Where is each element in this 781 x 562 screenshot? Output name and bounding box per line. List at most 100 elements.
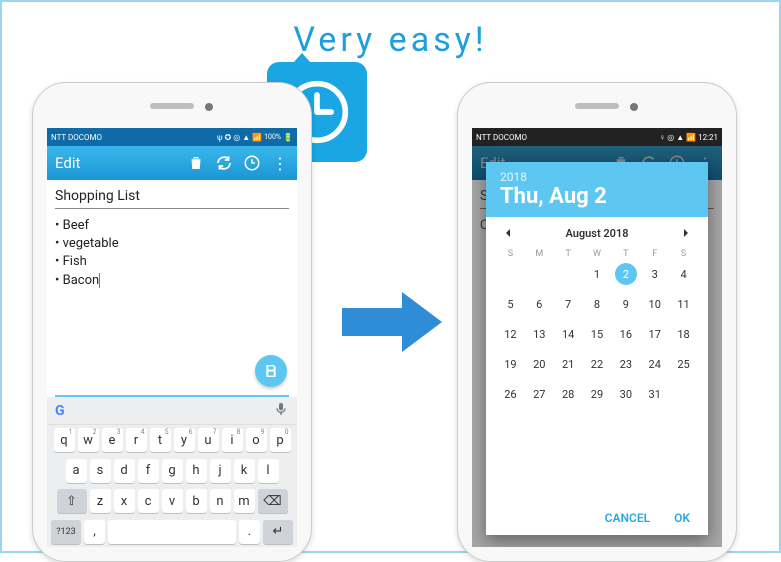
phone-left: NTT DOCOMO ψ ✪ ◎ ▲ 📶 100% 🔋 Edit [32,82,312,562]
space-key[interactable] [108,520,236,544]
calendar-day-15[interactable]: 15 [583,322,612,346]
note-title-input[interactable]: Shopping List [55,186,289,209]
calendar-row: 567891011 [486,289,708,319]
key-r[interactable]: r4 [126,428,147,452]
calendar-day-9[interactable]: 9 [611,292,640,316]
calendar-row: 1234 [486,259,708,289]
key-o[interactable]: o9 [246,428,267,452]
trash-icon[interactable] [187,154,205,172]
cancel-button[interactable]: CANCEL [605,511,650,525]
calendar-empty-cell [554,262,583,286]
period-key[interactable]: . [239,520,260,544]
calendar-day-11[interactable]: 11 [669,292,698,316]
calendar-day-6[interactable]: 6 [525,292,554,316]
calendar-day-7[interactable]: 7 [554,292,583,316]
calendar-empty-cell [669,382,698,406]
shift-key[interactable]: ⇧ [57,489,87,513]
ok-button[interactable]: OK [674,511,690,525]
key-n[interactable]: n [210,489,231,513]
date-picker-header: 2018 Thu, Aug 2 [486,162,708,217]
calendar-day-27[interactable]: 27 [525,382,554,406]
next-month-button[interactable] [678,225,694,241]
speaker [150,103,194,109]
key-x[interactable]: x [114,489,135,513]
key-u[interactable]: u7 [198,428,219,452]
key-e[interactable]: e3 [102,428,123,452]
key-a[interactable]: a [66,459,87,483]
calendar-day-4[interactable]: 4 [669,262,698,286]
keyboard: G q1w2e3r4t5y6u7i8o9p0 asdfghjkl ⇧zxcvbn… [47,397,297,547]
key-j[interactable]: j [210,459,231,483]
calendar-day-31[interactable]: 31 [640,382,669,406]
calendar-day-26[interactable]: 26 [496,382,525,406]
calendar-day-20[interactable]: 20 [525,352,554,376]
google-logo[interactable]: G [55,403,65,419]
calendar-day-16[interactable]: 16 [611,322,640,346]
note-body-input[interactable]: • Beef • vegetable • Fish • Bacon [55,209,289,290]
prev-month-button[interactable] [500,225,516,241]
key-b[interactable]: b [186,489,207,513]
calendar-day-13[interactable]: 13 [525,322,554,346]
key-m[interactable]: m [234,489,255,513]
clock-icon[interactable] [243,154,261,172]
calendar-day-18[interactable]: 18 [669,322,698,346]
key-p[interactable]: p0 [270,428,291,452]
dow-cell: T [611,249,640,259]
key-v[interactable]: v [162,489,183,513]
key-z[interactable]: z [90,489,111,513]
calendar-day-28[interactable]: 28 [554,382,583,406]
more-icon[interactable]: ⋮ [271,154,289,172]
calendar-day-5[interactable]: 5 [496,292,525,316]
enter-key[interactable]: ↵ [263,520,293,544]
calendar-empty-cell [525,262,554,286]
key-c[interactable]: c [138,489,159,513]
calendar-row: 12131415161718 [486,319,708,349]
note-area[interactable]: Shopping List • Beef • vegetable • Fish … [47,180,297,296]
clock-label: 12:21 [698,133,718,142]
dow-cell: F [640,249,669,259]
calendar-day-21[interactable]: 21 [554,352,583,376]
date-picker-year[interactable]: 2018 [500,170,694,184]
numbers-key[interactable]: ?123 [51,520,81,544]
calendar-day-12[interactable]: 12 [496,322,525,346]
key-i[interactable]: i8 [222,428,243,452]
calendar-day-23[interactable]: 23 [611,352,640,376]
calendar-day-3[interactable]: 3 [640,262,669,286]
calendar-day-10[interactable]: 10 [640,292,669,316]
calendar-day-19[interactable]: 19 [496,352,525,376]
key-y[interactable]: y6 [174,428,195,452]
refresh-icon[interactable] [215,154,233,172]
calendar-day-14[interactable]: 14 [554,322,583,346]
key-s[interactable]: s [90,459,111,483]
date-picker-actions: CANCEL OK [486,501,708,535]
key-h[interactable]: h [186,459,207,483]
calendar-day-2[interactable]: 2 [615,263,637,285]
key-g[interactable]: g [162,459,183,483]
appbar-title: Edit [55,154,177,172]
front-camera [630,103,638,111]
comma-key[interactable]: , [84,520,105,544]
dow-cell: W [583,249,612,259]
key-q[interactable]: q1 [54,428,75,452]
key-w[interactable]: w2 [78,428,99,452]
signal-icons: ψ ✪ ◎ ▲ [217,133,250,142]
calendar-day-30[interactable]: 30 [611,382,640,406]
calendar-day-25[interactable]: 25 [669,352,698,376]
battery-label: 100% [264,133,281,141]
dow-cell: S [496,249,525,259]
keyboard-row-2: asdfghjkl [47,456,297,487]
key-d[interactable]: d [114,459,135,483]
mic-icon[interactable] [273,401,289,420]
save-button[interactable] [255,355,287,387]
calendar-day-29[interactable]: 29 [583,382,612,406]
calendar-day-22[interactable]: 22 [583,352,612,376]
key-f[interactable]: f [138,459,159,483]
calendar-day-24[interactable]: 24 [640,352,669,376]
key-k[interactable]: k [234,459,255,483]
calendar-day-1[interactable]: 1 [583,262,612,286]
calendar-day-8[interactable]: 8 [583,292,612,316]
key-l[interactable]: l [258,459,279,483]
backspace-key[interactable]: ⌫ [258,489,288,513]
key-t[interactable]: t5 [150,428,171,452]
calendar-day-17[interactable]: 17 [640,322,669,346]
